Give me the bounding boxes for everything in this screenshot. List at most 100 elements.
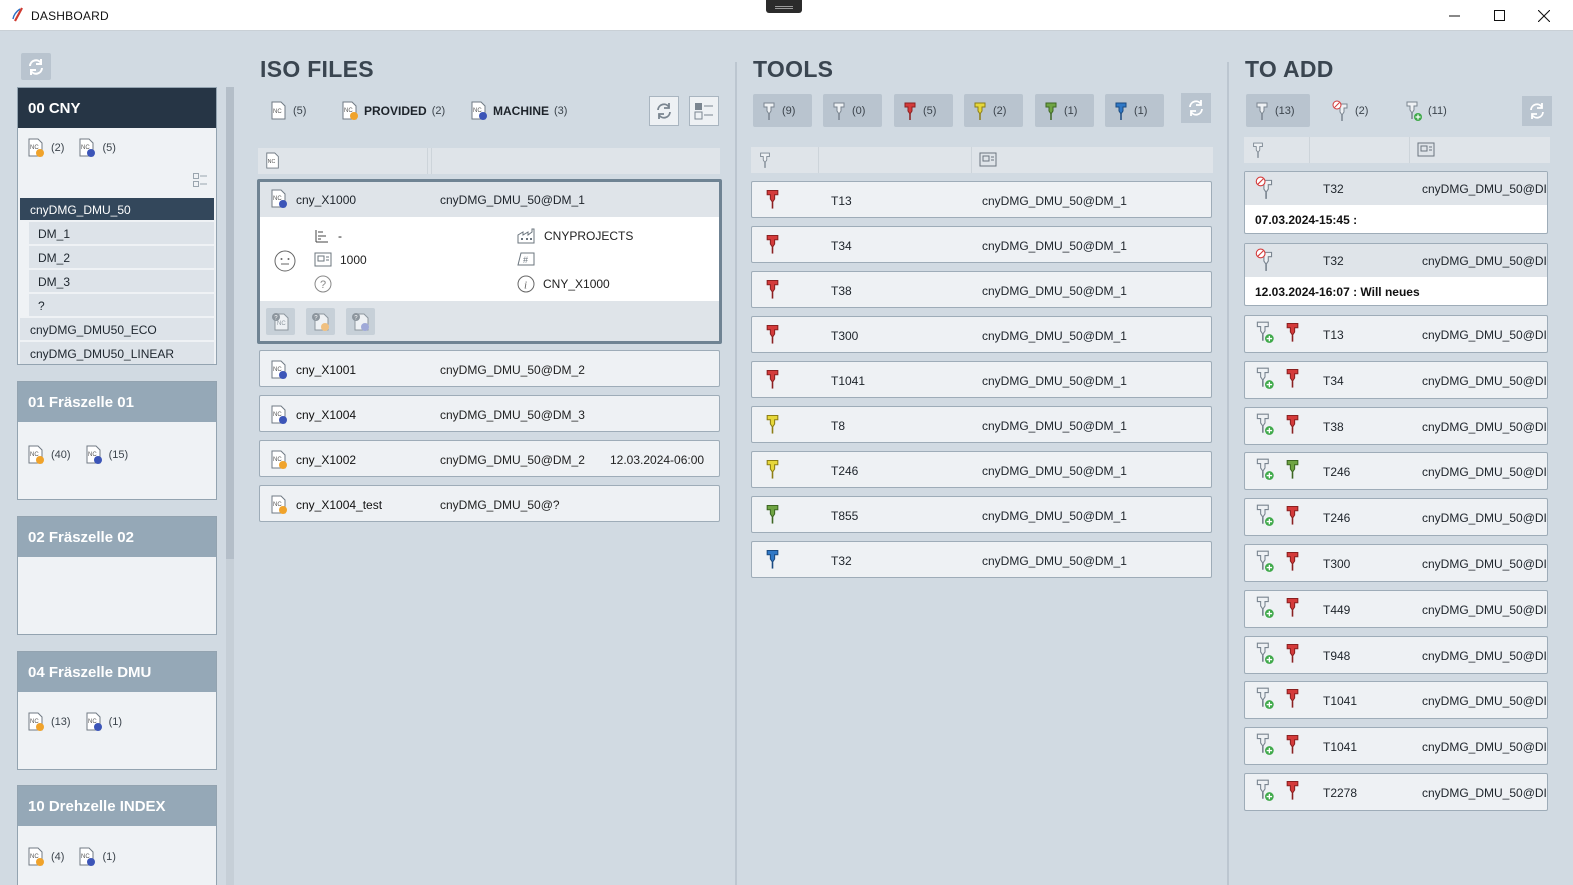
iso-file-row[interactable]: NC cny_X1001 cnyDMG_DMU_50@DM_2	[259, 350, 720, 387]
tool-machine: cnyDMG_DMU_50@DI	[1422, 511, 1547, 526]
to-add-row[interactable]: T2278 cnyDMG_DMU_50@DI	[1244, 773, 1548, 811]
group-header[interactable]: 04 Fräszelle DMU	[18, 652, 216, 692]
drag-handle[interactable]	[766, 0, 802, 13]
tool-red-icon	[1284, 778, 1301, 805]
tool-machine: cnyDMG_DMU_50@DM_1	[982, 329, 1127, 343]
tool-row[interactable]: T8 cnyDMG_DMU_50@DM_1	[751, 406, 1212, 443]
tree-toggle-icon[interactable]	[193, 173, 207, 190]
tool-row[interactable]: T34 cnyDMG_DMU_50@DM_1	[751, 226, 1212, 263]
iso-layout-button[interactable]	[689, 96, 719, 126]
to-add-row[interactable]: T1041 cnyDMG_DMU_50@DI	[1244, 727, 1548, 766]
tools-refresh-button[interactable]	[1181, 93, 1211, 123]
machine-item-eco[interactable]: cnyDMG_DMU50_ECO	[20, 318, 214, 340]
tools-filter-green[interactable]: (1)	[1035, 94, 1094, 127]
tool-machine: cnyDMG_DMU_50@DI	[1422, 786, 1547, 800]
tool-row[interactable]: T32 cnyDMG_DMU_50@DM_1	[751, 541, 1212, 578]
tools-filter-unassigned[interactable]: (0)	[823, 94, 882, 127]
machine-sub-dm-2[interactable]: DM_2	[29, 246, 214, 268]
tools-filter-blue[interactable]: (1)	[1105, 94, 1164, 127]
to-add-row[interactable]: T38 cnyDMG_DMU_50@DI	[1244, 406, 1548, 445]
tool-gray-icon	[1253, 142, 1263, 158]
tools-filter-all[interactable]: (9)	[753, 94, 812, 127]
tool-red-icon	[1284, 503, 1301, 530]
group-02-fraeszelle-02[interactable]: 02 Fräszelle 02	[17, 516, 217, 635]
tool-machine: cnyDMG_DMU_50@DI	[1422, 648, 1547, 663]
col-tool[interactable]	[751, 147, 819, 173]
col-tool-name[interactable]	[1310, 137, 1410, 163]
tool-row[interactable]: T855 cnyDMG_DMU_50@DM_1	[751, 496, 1212, 533]
tools-filter-red[interactable]: (5)	[894, 94, 953, 127]
group-00-cny[interactable]: 00 CNY NC (2) NC (5) cnyDMG_DMU_50 DM_1 …	[17, 87, 217, 365]
window-title: DASHBOARD	[31, 9, 109, 23]
svg-text:NC: NC	[277, 321, 286, 327]
group-10-drehzelle-index[interactable]: 10 Drehzelle INDEX NC (4) NC (1)	[17, 785, 217, 885]
to-add-filter-all[interactable]: (13)	[1246, 94, 1310, 127]
iso-machine: cnyDMG_DMU_50@?	[440, 498, 560, 512]
minimize-button[interactable]	[1431, 0, 1477, 31]
col-machine[interactable]	[1410, 137, 1550, 163]
groups-refresh-button[interactable]	[21, 53, 51, 80]
machine-sub-unknown[interactable]: ?	[29, 294, 214, 316]
to-add-row[interactable]: T300 cnyDMG_DMU_50@DI	[1244, 544, 1548, 582]
machine-sub-dm-1[interactable]: DM_1	[29, 222, 214, 244]
tool-machine: cnyDMG_DMU_50@DI	[1422, 328, 1547, 342]
to-add-filter-add[interactable]: (11)	[1397, 94, 1455, 127]
tool-number: T246	[831, 464, 859, 478]
group-header[interactable]: 01 Fräszelle 01	[18, 382, 216, 422]
iso-file-row[interactable]: NC cny_X1002 cnyDMG_DMU_50@DM_2 12.03.20…	[259, 440, 720, 477]
to-add-row[interactable]: T246 cnyDMG_DMU_50@DI	[1244, 498, 1548, 537]
iso-file-row[interactable]: NC cny_X1004_test cnyDMG_DMU_50@?	[259, 485, 720, 522]
iso-filter-all[interactable]: NC (5)	[262, 94, 314, 127]
to-add-row[interactable]: T13 cnyDMG_DMU_50@DI	[1244, 315, 1548, 353]
nc-machine-icon: NC	[79, 847, 96, 866]
col-tool[interactable]	[1244, 137, 1310, 163]
to-add-refresh-button[interactable]	[1522, 96, 1552, 126]
iso-file-card-expanded[interactable]: NC cny_X1000 cnyDMG_DMU_50@DM_1 - 1000 ?…	[257, 179, 722, 344]
maximize-button[interactable]	[1476, 0, 1522, 31]
nc-query-button[interactable]: NC?	[266, 308, 295, 335]
iso-file-row[interactable]: NC cny_X1004 cnyDMG_DMU_50@DM_3	[259, 395, 720, 432]
iso-refresh-button[interactable]	[649, 96, 679, 126]
scrollbar-thumb[interactable]	[226, 87, 234, 559]
svg-text:NC: NC	[273, 109, 282, 115]
tools-filter-yellow[interactable]: (2)	[964, 94, 1023, 127]
tool-row[interactable]: T13 cnyDMG_DMU_50@DM_1	[751, 181, 1212, 218]
to-add-row[interactable]: T948 cnyDMG_DMU_50@DI	[1244, 635, 1548, 674]
group-header[interactable]: 10 Drehzelle INDEX	[18, 786, 216, 826]
to-add-row[interactable]: T34 cnyDMG_DMU_50@DI	[1244, 360, 1548, 399]
to-add-filter-remove[interactable]: (2)	[1324, 94, 1376, 127]
to-add-row[interactable]: T1041 cnyDMG_DMU_50@DI	[1244, 681, 1548, 720]
col-tool-name[interactable]	[819, 147, 972, 173]
provided-query-button[interactable]: ?	[306, 308, 335, 335]
nc-provided-icon: NC	[28, 847, 44, 866]
tool-red-icon	[1284, 732, 1301, 759]
to-add-note-card[interactable]: T32 cnyDMG_DMU_50@DI 12.03.2024-16:07 : …	[1244, 243, 1548, 306]
tool-red-icon	[1284, 412, 1301, 439]
group-01-fraeszelle-01[interactable]: 01 Fräszelle 01 NC (40) NC (15)	[17, 381, 217, 500]
card-header[interactable]: NC cny_X1000 cnyDMG_DMU_50@DM_1	[260, 182, 719, 217]
tool-machine: cnyDMG_DMU_50@DI	[1422, 465, 1547, 480]
iso-filter-machine[interactable]: NC MACHINE (3)	[462, 94, 575, 127]
machine-count: (1)	[108, 716, 123, 728]
group-04-fraeszelle-dmu[interactable]: 04 Fräszelle DMU NC (13) NC (1)	[17, 651, 217, 770]
col-machine[interactable]	[972, 147, 1192, 173]
to-add-note-card[interactable]: T32 cnyDMG_DMU_50@DI 07.03.2024-15:45 :	[1244, 171, 1548, 234]
hash-icon: #	[517, 252, 535, 266]
to-add-row[interactable]: T449 cnyDMG_DMU_50@DI	[1244, 589, 1548, 628]
tool-number: T855	[831, 509, 859, 523]
tool-row[interactable]: T300 cnyDMG_DMU_50@DM_1	[751, 316, 1212, 353]
groups-scrollbar[interactable]	[226, 87, 234, 885]
machine-sub-dm-3[interactable]: DM_3	[29, 270, 214, 292]
col-program[interactable]	[262, 148, 608, 174]
iso-filter-provided[interactable]: NC PROVIDED (2)	[333, 94, 453, 127]
to-add-row[interactable]: T246 cnyDMG_DMU_50@DI	[1244, 452, 1548, 491]
group-header[interactable]: 02 Fräszelle 02	[18, 517, 216, 557]
machine-item-linear[interactable]: cnyDMG_DMU50_LINEAR	[20, 342, 214, 364]
tool-row[interactable]: T246 cnyDMG_DMU_50@DM_1	[751, 451, 1212, 488]
machine-query-button[interactable]: ?	[346, 308, 375, 335]
machine-item-cnydmg-dmu-50[interactable]: cnyDMG_DMU_50	[20, 198, 214, 220]
tool-row[interactable]: T1041 cnyDMG_DMU_50@DM_1	[751, 361, 1212, 398]
tool-row[interactable]: T38 cnyDMG_DMU_50@DM_1	[751, 271, 1212, 308]
close-button[interactable]	[1521, 0, 1567, 31]
group-header[interactable]: 00 CNY	[18, 88, 216, 128]
